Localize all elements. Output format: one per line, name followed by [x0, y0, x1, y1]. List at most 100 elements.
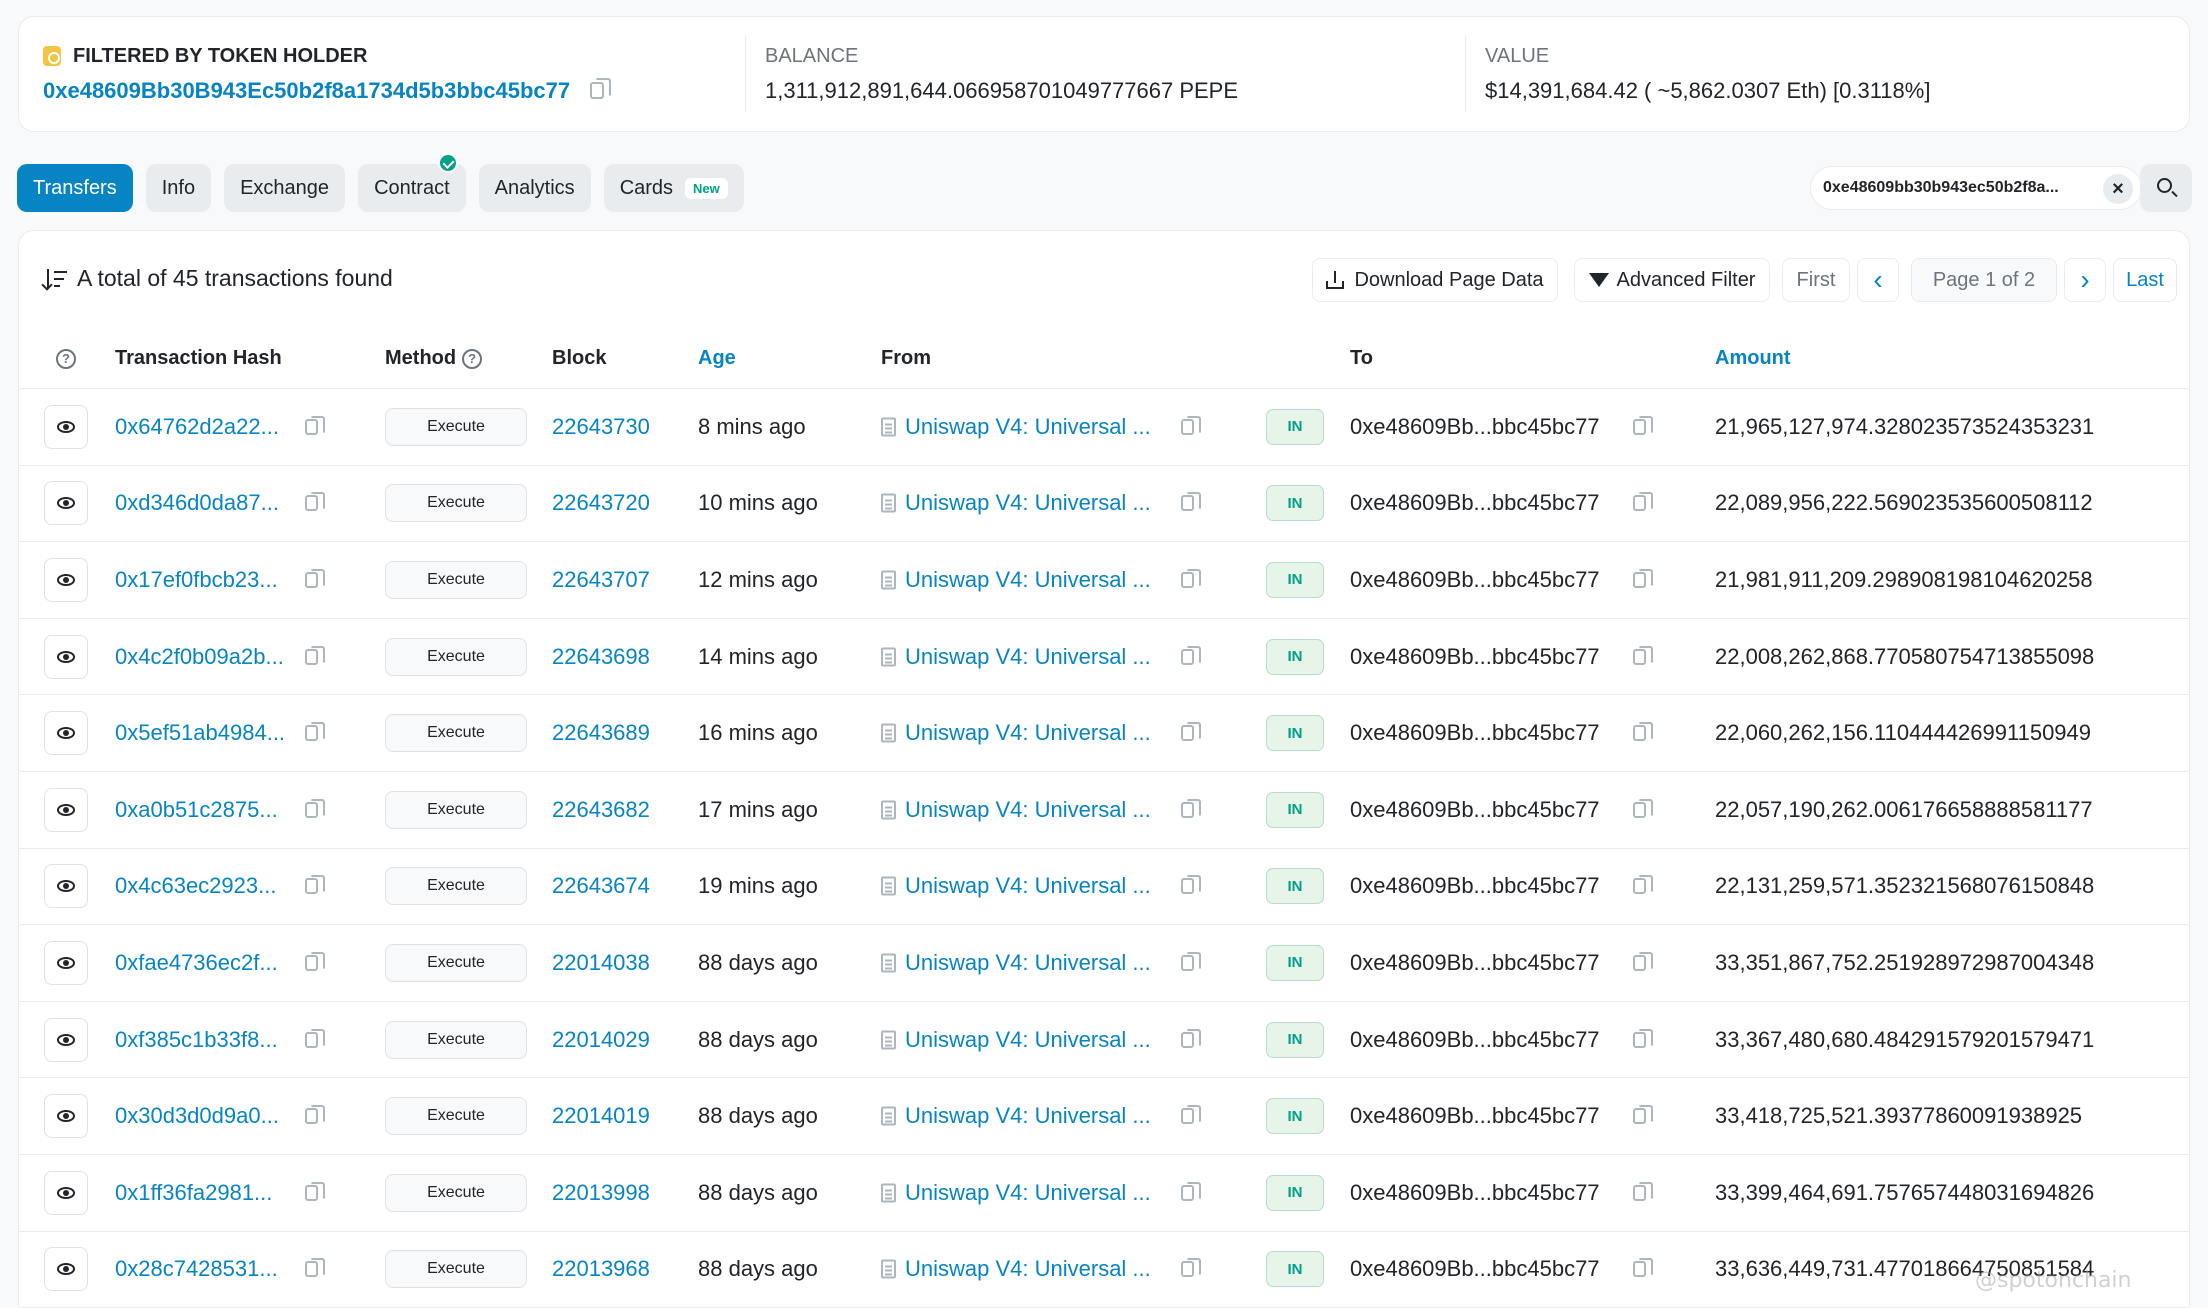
tab-analytics[interactable]: Analytics	[478, 164, 591, 212]
copy-icon[interactable]	[1181, 1028, 1201, 1048]
copy-icon[interactable]	[1633, 1105, 1653, 1125]
header-amount[interactable]: Amount	[1715, 347, 1791, 370]
view-details-button[interactable]	[44, 1094, 88, 1139]
copy-icon[interactable]	[305, 492, 325, 512]
copy-icon[interactable]	[305, 1181, 325, 1201]
from-address-link[interactable]: Uniswap V4: Universal ...	[905, 873, 1151, 899]
copy-icon[interactable]	[1181, 1181, 1201, 1201]
download-page-data-button[interactable]: Download Page Data	[1312, 258, 1558, 302]
tab-exchange[interactable]: Exchange	[224, 164, 346, 212]
transaction-hash-link[interactable]: 0x4c2f0b09a2b...	[115, 644, 284, 670]
copy-icon[interactable]	[1633, 1181, 1653, 1201]
from-address-link[interactable]: Uniswap V4: Universal ...	[905, 1256, 1151, 1282]
copy-icon[interactable]	[1633, 568, 1653, 588]
block-link[interactable]: 22643689	[552, 720, 650, 746]
transaction-hash-link[interactable]: 0x4c63ec2923...	[115, 873, 276, 899]
block-link[interactable]: 22643674	[552, 873, 650, 899]
transaction-hash-link[interactable]: 0xa0b51c2875...	[115, 797, 278, 823]
tab-transfers[interactable]: Transfers	[17, 164, 133, 212]
copy-icon[interactable]	[1181, 645, 1201, 665]
copy-icon[interactable]	[1633, 415, 1653, 435]
method-help-icon[interactable]: ?	[462, 348, 483, 369]
transaction-hash-link[interactable]: 0xf385c1b33f8...	[115, 1027, 278, 1053]
view-details-button[interactable]	[44, 404, 88, 449]
from-address-link[interactable]: Uniswap V4: Universal ...	[905, 1027, 1151, 1053]
view-details-button[interactable]	[44, 711, 88, 756]
advanced-filter-button[interactable]: Advanced Filter	[1574, 258, 1770, 302]
transaction-hash-link[interactable]: 0x30d3d0d9a0...	[115, 1103, 279, 1129]
view-details-button[interactable]	[44, 787, 88, 832]
copy-icon[interactable]	[1633, 875, 1653, 895]
copy-icon[interactable]	[1633, 492, 1653, 512]
header-age[interactable]: Age	[698, 347, 736, 370]
block-link[interactable]: 22014038	[552, 950, 650, 976]
view-details-button[interactable]	[44, 481, 88, 526]
sort-icon[interactable]	[43, 267, 69, 291]
prev-page-button[interactable]: ‹	[1857, 258, 1899, 302]
view-details-button[interactable]	[44, 1247, 88, 1292]
copy-icon[interactable]	[1181, 492, 1201, 512]
transaction-hash-link[interactable]: 0x1ff36fa2981...	[115, 1180, 272, 1206]
transaction-hash-link[interactable]: 0x5ef51ab4984...	[115, 720, 285, 746]
block-link[interactable]: 22014029	[552, 1027, 650, 1053]
from-address-link[interactable]: Uniswap V4: Universal ...	[905, 414, 1151, 440]
from-address-link[interactable]: Uniswap V4: Universal ...	[905, 644, 1151, 670]
copy-icon[interactable]	[1633, 1028, 1653, 1048]
copy-icon[interactable]	[305, 875, 325, 895]
view-details-button[interactable]	[44, 634, 88, 679]
copy-icon[interactable]	[305, 722, 325, 742]
copy-icon[interactable]	[1633, 798, 1653, 818]
holder-address-link[interactable]: 0xe48609Bb30B943Ec50b2f8a1734d5b3bbc45bc…	[43, 78, 570, 104]
tab-contract[interactable]: Contract	[358, 153, 466, 212]
copy-icon[interactable]	[305, 798, 325, 818]
tab-cards[interactable]: Cards New	[603, 164, 744, 212]
from-address-link[interactable]: Uniswap V4: Universal ...	[905, 950, 1151, 976]
copy-icon[interactable]	[305, 415, 325, 435]
last-page-button[interactable]: Last	[2113, 258, 2177, 302]
copy-icon[interactable]	[1633, 1258, 1653, 1278]
copy-icon[interactable]	[1181, 798, 1201, 818]
close-icon[interactable]: ×	[2103, 174, 2133, 204]
from-address-link[interactable]: Uniswap V4: Universal ...	[905, 1180, 1151, 1206]
transaction-hash-link[interactable]: 0x28c7428531...	[115, 1256, 278, 1282]
view-details-button[interactable]	[44, 864, 88, 909]
block-link[interactable]: 22643720	[552, 490, 650, 516]
copy-icon[interactable]	[1633, 951, 1653, 971]
copy-icon[interactable]	[1633, 645, 1653, 665]
copy-icon[interactable]	[590, 78, 612, 99]
copy-icon[interactable]	[1181, 875, 1201, 895]
transaction-hash-link[interactable]: 0xfae4736ec2f...	[115, 950, 278, 976]
copy-icon[interactable]	[1633, 722, 1653, 742]
view-details-button[interactable]	[44, 1170, 88, 1215]
tab-info[interactable]: Info	[145, 164, 212, 212]
copy-icon[interactable]	[305, 951, 325, 971]
copy-icon[interactable]	[1181, 722, 1201, 742]
view-details-button[interactable]	[44, 1017, 88, 1062]
transaction-hash-link[interactable]: 0xd346d0da87...	[115, 490, 279, 516]
block-link[interactable]: 22013998	[552, 1180, 650, 1206]
view-details-button[interactable]	[44, 557, 88, 602]
view-details-button[interactable]	[44, 940, 88, 985]
from-address-link[interactable]: Uniswap V4: Universal ...	[905, 797, 1151, 823]
block-link[interactable]: 22013968	[552, 1256, 650, 1282]
copy-icon[interactable]	[1181, 1105, 1201, 1125]
copy-icon[interactable]	[1181, 951, 1201, 971]
copy-icon[interactable]	[305, 568, 325, 588]
copy-icon[interactable]	[305, 1028, 325, 1048]
from-address-link[interactable]: Uniswap V4: Universal ...	[905, 567, 1151, 593]
block-link[interactable]: 22643707	[552, 567, 650, 593]
from-address-link[interactable]: Uniswap V4: Universal ...	[905, 490, 1151, 516]
block-link[interactable]: 22014019	[552, 1103, 650, 1129]
block-link[interactable]: 22643682	[552, 797, 650, 823]
copy-icon[interactable]	[305, 1105, 325, 1125]
first-page-button[interactable]: First	[1782, 258, 1850, 302]
block-link[interactable]: 22643698	[552, 644, 650, 670]
copy-icon[interactable]	[305, 1258, 325, 1278]
copy-icon[interactable]	[305, 645, 325, 665]
block-link[interactable]: 22643730	[552, 414, 650, 440]
search-button[interactable]	[2140, 164, 2192, 212]
column-help-icon[interactable]: ?	[56, 347, 76, 370]
from-address-link[interactable]: Uniswap V4: Universal ...	[905, 720, 1151, 746]
from-address-link[interactable]: Uniswap V4: Universal ...	[905, 1103, 1151, 1129]
copy-icon[interactable]	[1181, 568, 1201, 588]
